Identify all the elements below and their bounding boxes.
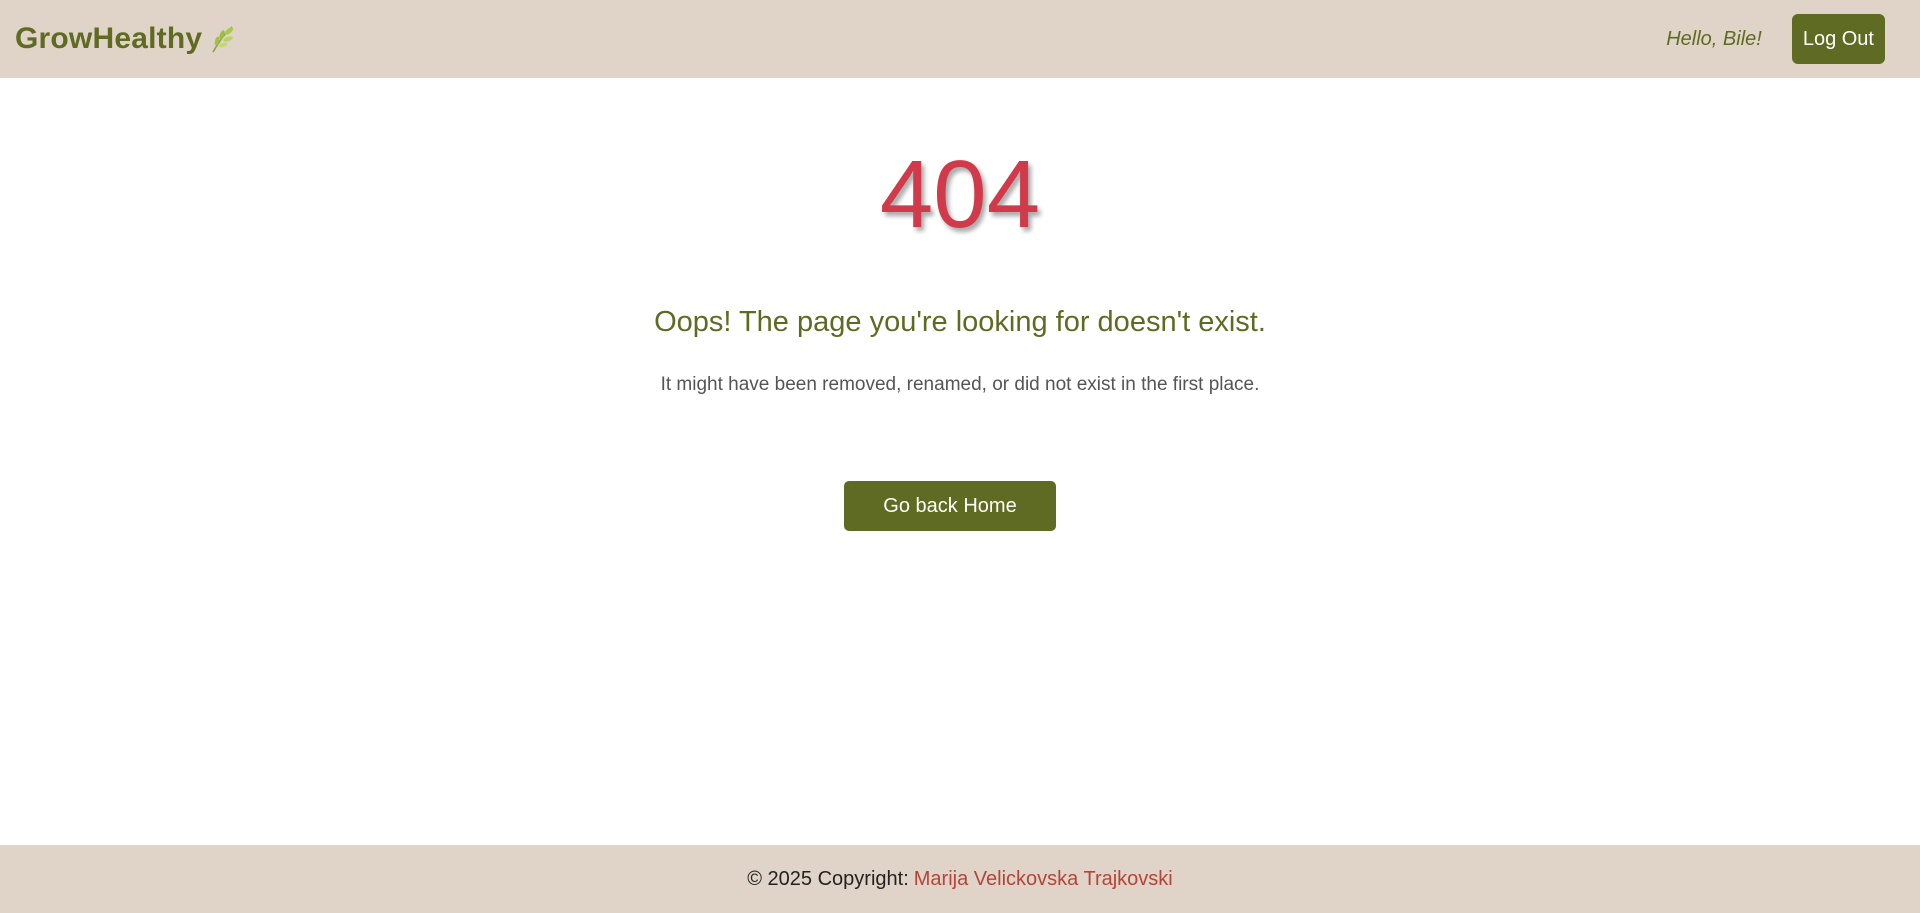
brand-link[interactable]: GrowHealthy xyxy=(15,22,236,56)
copyright-text: © 2025 Copyright: xyxy=(747,867,909,890)
logout-button[interactable]: Log Out xyxy=(1791,14,1885,64)
error-headline: Oops! The page you're looking for doesn'… xyxy=(654,306,1266,338)
user-greeting: Hello, Bile! xyxy=(1666,27,1762,50)
error-page: 404 Oops! The page you're looking for do… xyxy=(0,78,1920,845)
leaf-icon xyxy=(208,24,236,54)
brand-name: GrowHealthy xyxy=(15,22,203,55)
author-link[interactable]: Marija Velickovska Trajkovski xyxy=(914,868,1173,891)
error-code: 404 xyxy=(879,141,1041,248)
footer: © 2025 Copyright: Marija Velickovska Tra… xyxy=(0,845,1920,913)
navbar: GrowHealthy Hello, Bile! Log Out xyxy=(0,0,1920,78)
go-home-button[interactable]: Go back Home xyxy=(844,481,1056,531)
nav-right: Hello, Bile! Log Out xyxy=(1666,14,1905,64)
error-message: It might have been removed, renamed, or … xyxy=(660,374,1260,395)
